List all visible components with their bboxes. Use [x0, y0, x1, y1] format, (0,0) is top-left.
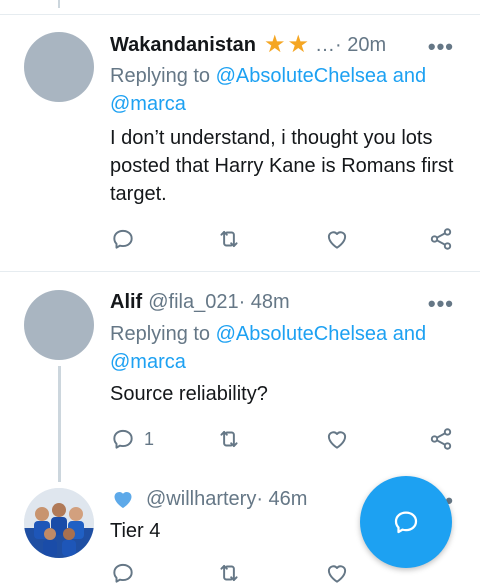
tweet-actions: [110, 226, 455, 254]
mention-link[interactable]: @marca: [110, 93, 186, 115]
divider: [0, 271, 480, 272]
heart-icon: [327, 431, 347, 449]
replying-to-label: Replying to: [110, 323, 216, 345]
star-icon: ★: [263, 31, 286, 58]
share-button[interactable]: [428, 426, 454, 452]
reply-icon: [113, 563, 133, 583]
display-name[interactable]: Wakandanistan: [110, 34, 256, 57]
more-options-icon[interactable]: •••: [428, 34, 454, 60]
tweet-header: Alif @fila_021 · 48m: [110, 289, 290, 315]
thread-line-stub: [58, 0, 60, 8]
username[interactable]: @fila_021: [148, 291, 238, 314]
tweet-text: I don’t understand, i thought you lots p…: [110, 127, 454, 205]
like-button[interactable]: [324, 426, 350, 452]
share-button[interactable]: [428, 226, 454, 252]
share-icon: [430, 228, 452, 250]
reply-count: 1: [144, 428, 155, 449]
username[interactable]: @willhartery: [146, 488, 256, 511]
reply-icon: [113, 429, 133, 449]
tweet-text: Source reliability?: [110, 383, 268, 405]
avatar[interactable]: [24, 290, 94, 360]
tweet-header: Wakandanistan ★ ★ … · 20m: [110, 32, 386, 58]
replying-to: Replying to @AbsoluteChelsea and @marca: [110, 320, 450, 376]
retweet-icon: [220, 564, 238, 582]
tweet-actions: 1: [110, 426, 455, 454]
avatar[interactable]: [24, 488, 94, 558]
previous-tweet-bottom: [0, 0, 480, 15]
display-name[interactable]: Alif: [110, 291, 142, 314]
like-button[interactable]: [324, 226, 350, 252]
timestamp[interactable]: · 20m: [335, 34, 386, 57]
compose-reply-icon: [394, 511, 418, 534]
mention-link[interactable]: @AbsoluteChelsea and: [216, 323, 426, 345]
like-button[interactable]: [324, 560, 350, 586]
heart-icon: [327, 565, 347, 583]
star-icon: ★: [287, 31, 309, 58]
reply-button[interactable]: 1: [110, 426, 154, 452]
share-icon: [430, 428, 452, 450]
thread-line: [58, 366, 61, 482]
reply-button[interactable]: [110, 560, 136, 586]
mention-link[interactable]: @AbsoluteChelsea and: [216, 65, 426, 87]
retweet-button[interactable]: [216, 226, 242, 252]
more-options-icon[interactable]: •••: [428, 291, 454, 317]
tweet-header: @willhartery · 46m: [110, 486, 307, 512]
timestamp[interactable]: · 46m: [256, 488, 307, 511]
retweet-button[interactable]: [216, 426, 242, 452]
compose-reply-button[interactable]: [360, 476, 452, 568]
team-photo: [24, 488, 94, 558]
reply-button[interactable]: [110, 226, 136, 252]
blue-heart-icon: [110, 487, 136, 511]
reply-icon: [113, 229, 133, 249]
timestamp[interactable]: · 48m: [239, 291, 290, 314]
replying-to: Replying to @AbsoluteChelsea and @marca: [110, 62, 450, 118]
replying-to-label: Replying to: [110, 65, 216, 87]
retweet-button[interactable]: [216, 560, 242, 586]
avatar[interactable]: [24, 32, 94, 102]
mention-link[interactable]: @marca: [110, 351, 186, 373]
heart-icon: [327, 231, 347, 249]
retweet-icon: [220, 230, 238, 248]
retweet-icon: [220, 430, 238, 448]
name-truncation: …: [315, 33, 335, 56]
